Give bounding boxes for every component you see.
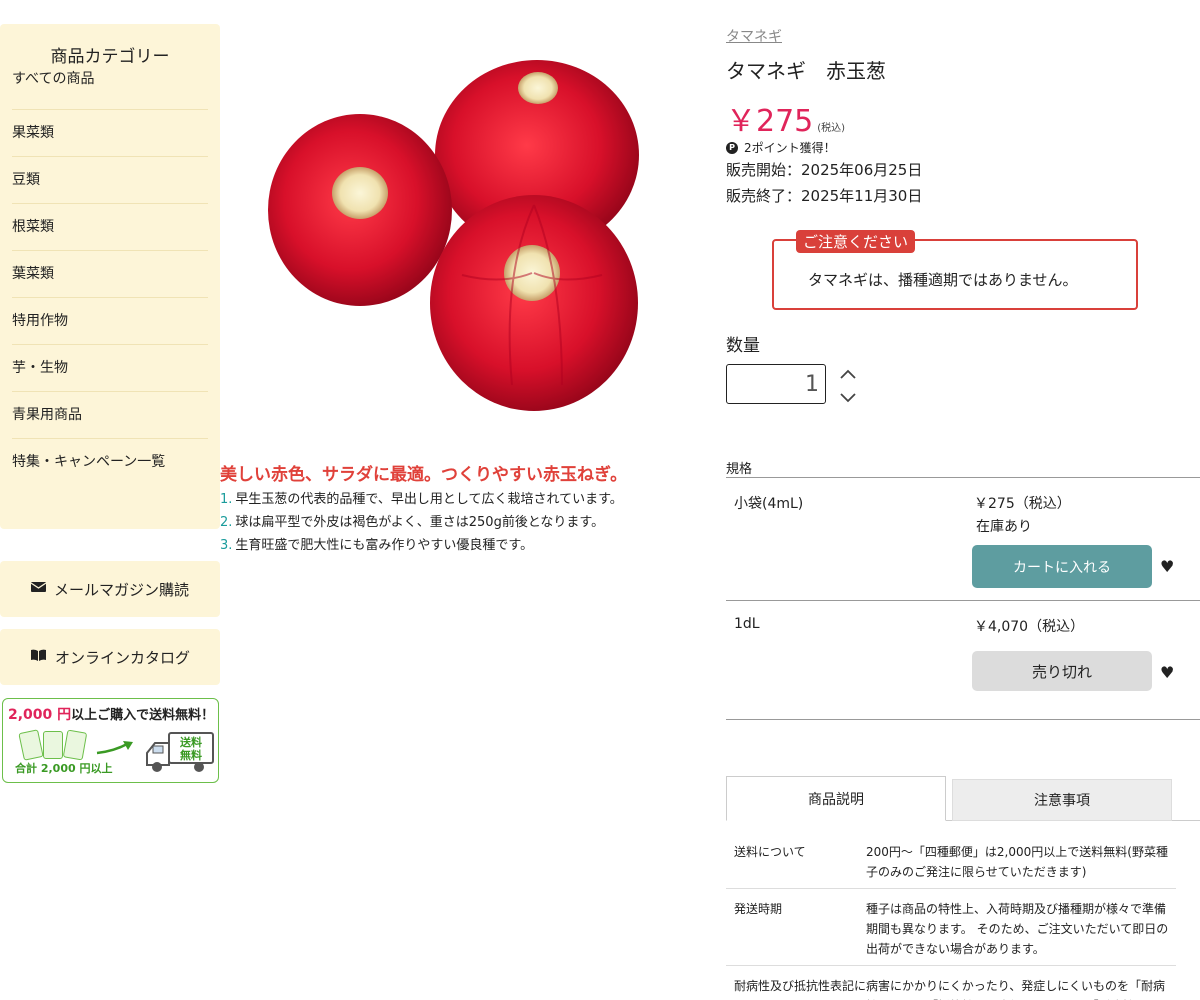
newsletter-label: メールマガジン購読: [53, 580, 189, 599]
info-key: 耐病性及び抵抗性表記について: [734, 979, 867, 1000]
category-list: すべての商品 果菜類 豆類 根菜類 葉菜類 特用作物 芋・生物 青果用商品 特集…: [0, 64, 220, 486]
online-catalog-label: オンラインカタログ: [54, 648, 190, 667]
tab-description[interactable]: 商品説明: [726, 776, 946, 821]
divider: [726, 719, 1200, 720]
category-title: 商品カテゴリー: [50, 47, 170, 67]
category-item-produce[interactable]: 青果用商品: [12, 392, 208, 439]
feature-list: 1. 早生玉葱の代表的品種で、早出し用として広く栽培されています。 2. 球は扁平型…: [220, 488, 623, 557]
category-item-all[interactable]: すべての商品: [12, 64, 208, 110]
truck-icon: 送料 無料: [146, 732, 214, 772]
arrow-icon: [96, 741, 133, 755]
info-value: 病害にかかりにくかったり、発症しにくいものを「耐病性」または「抵抗性」と表記して…: [866, 979, 1166, 1000]
variant-price: ￥4,070（税込）: [974, 619, 1085, 635]
category-item-beans[interactable]: 豆類: [12, 157, 208, 204]
sale-start-date: 販売開始：2025年06月25日: [726, 161, 923, 179]
category-item-leaf-vegetables[interactable]: 葉菜類: [12, 251, 208, 298]
info-value: 200円〜「四種郵便」は2,000円以上で送料無料(野菜種子のみのご発注に限らせ…: [866, 845, 1168, 879]
category-item-root-vegetables[interactable]: 根菜類: [12, 204, 208, 251]
variant-name: 1dL: [734, 616, 760, 632]
newsletter-button[interactable]: メールマガジン購読: [0, 561, 220, 617]
promo-text: 以上ご購入で送料無料！: [71, 708, 215, 723]
category-item-campaigns[interactable]: 特集・キャンペーン一覧: [12, 439, 208, 486]
chevron-up-icon[interactable]: [838, 366, 858, 382]
quantity-label: 数量: [726, 336, 760, 356]
book-icon: [30, 649, 47, 666]
promo-subtext: 合計 2,000 円以上: [15, 762, 113, 775]
category-sidebar: 商品カテゴリー すべての商品 果菜類 豆類 根菜類 葉菜類 特用作物 芋・生物 …: [0, 24, 220, 529]
tax-note: (税込): [817, 123, 846, 134]
product-price: ￥275 (税込): [726, 104, 846, 139]
envelope-icon: [30, 581, 47, 597]
truck-text-1: 送料: [179, 735, 202, 749]
points-text: 2ポイント獲得！: [744, 141, 836, 155]
variant-price: ￥275（税込）: [974, 496, 1071, 512]
breadcrumb-link[interactable]: タマネギ: [726, 26, 782, 46]
notice-label: ご注意ください: [796, 230, 916, 253]
points-icon: P: [726, 141, 738, 154]
tab-notes[interactable]: 注意事項: [952, 779, 1172, 821]
variant-name: 小袋(4mL): [734, 496, 804, 512]
category-item-fruit-vegetables[interactable]: 果菜類: [12, 110, 208, 157]
truck-text-2: 無料: [180, 748, 202, 762]
divider: [726, 477, 1200, 478]
free-shipping-banner[interactable]: 2,000 円以上ご購入で送料無料！ 送料 無料 合計 2,000 円以上: [2, 698, 219, 783]
notice-text: タマネギは、播種適期ではありません。: [808, 271, 1078, 289]
feature-item: 2. 球は扁平型で外皮は褐色がよく、重さは250g前後となります。: [220, 515, 605, 530]
sold-out-button: 売り切れ: [972, 651, 1152, 691]
info-key: 発送時期: [734, 902, 783, 916]
category-item-potatoes[interactable]: 芋・生物: [12, 345, 208, 392]
product-tabs: 商品説明 注意事項: [726, 776, 1200, 821]
feature-item: 1. 早生玉葱の代表的品種で、早出し用として広く栽培されています。: [220, 492, 623, 507]
feature-item: 3. 生育旺盛で肥大性にも富み作りやすい優良種です。: [220, 538, 534, 553]
promo-amount: 2,000 円: [8, 707, 72, 723]
quantity-input[interactable]: [726, 364, 826, 404]
table-row: 耐病性及び抵抗性表記について 病害にかかりにくかったり、発症しにくいものを「耐病…: [726, 966, 1176, 1000]
divider: [726, 600, 1200, 601]
seed-packets-icon: [18, 729, 88, 761]
product-title: タマネギ 赤玉葱: [726, 59, 886, 83]
stock-status: 在庫あり: [976, 519, 1032, 535]
table-row: 送料について 200円〜「四種郵便」は2,000円以上で送料無料(野菜種子のみの…: [726, 832, 1176, 889]
category-item-special-crops[interactable]: 特用作物: [12, 298, 208, 345]
notice-box: ご注意ください タマネギは、播種適期ではありません。: [772, 230, 1138, 310]
table-row: 発送時期 種子は商品の特性上、入荷時期及び播種期が様々で準備期間も異なります。 …: [726, 889, 1176, 966]
info-value: 種子は商品の特性上、入荷時期及び播種期が様々で準備期間も異なります。 そのため、…: [866, 902, 1169, 956]
info-key: 送料について: [734, 845, 806, 859]
online-catalog-button[interactable]: オンラインカタログ: [0, 629, 220, 685]
product-tagline: 美しい赤色、サラダに最適。つくりやすい赤玉ねぎ。: [220, 465, 628, 485]
info-table: 送料について 200円〜「四種郵便」は2,000円以上で送料無料(野菜種子のみの…: [726, 832, 1176, 1000]
heart-icon[interactable]: ♥: [1160, 663, 1174, 682]
sale-end-date: 販売終了：2025年11月30日: [726, 187, 923, 205]
chevron-down-icon[interactable]: [838, 390, 858, 406]
heart-icon[interactable]: ♥: [1160, 557, 1174, 576]
spec-label: 規格: [726, 462, 753, 477]
add-to-cart-button[interactable]: カートに入れる: [972, 545, 1152, 588]
points-info: P 2ポイント獲得！: [726, 139, 836, 156]
product-image: [268, 60, 639, 411]
